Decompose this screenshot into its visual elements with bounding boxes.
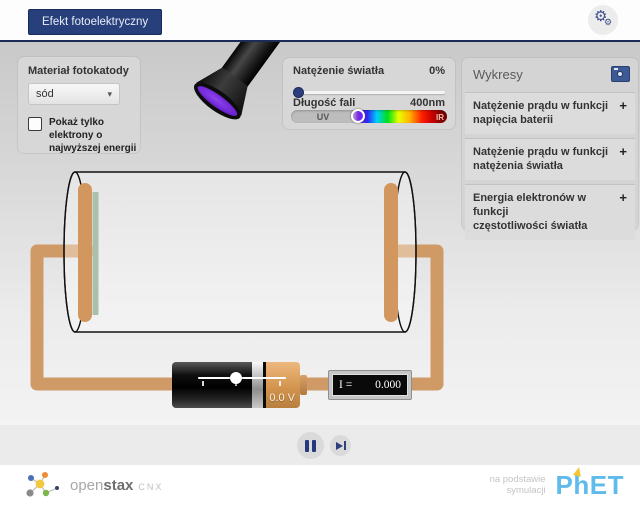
light-panel: Natężenie światła 0% Długość fali 400nm … bbox=[283, 58, 455, 129]
pause-button[interactable] bbox=[297, 432, 324, 459]
voltage-slider-knob[interactable] bbox=[230, 372, 242, 384]
pause-icon bbox=[305, 440, 309, 452]
page-header: Efekt fotoelektryczny ⚙ ⚙ bbox=[0, 0, 640, 40]
current-meter: I = 0.000 bbox=[328, 370, 412, 400]
intensity-label: Natężenie światła bbox=[293, 65, 384, 77]
right-electrode bbox=[384, 183, 398, 322]
graph-item-current-vs-intensity[interactable]: Natężenie prądu w funkcji natężenia świa… bbox=[465, 138, 635, 180]
phet-flame-icon bbox=[573, 466, 583, 477]
current-meter-label: I = bbox=[339, 379, 352, 391]
show-highest-energy-checkbox[interactable] bbox=[28, 117, 42, 131]
openstax-cnx-text: CNX bbox=[138, 482, 163, 492]
vacuum-tube bbox=[64, 172, 416, 332]
material-panel-title: Materiał fotokatody bbox=[28, 65, 129, 77]
camera-lens-icon bbox=[617, 71, 623, 77]
uv-label: UV bbox=[291, 112, 355, 122]
show-highest-energy-label: Pokaż tylko elektrony o najwyższej energ… bbox=[49, 116, 141, 155]
intensity-slider-track[interactable] bbox=[293, 91, 445, 94]
gear-small-icon: ⚙ bbox=[604, 18, 612, 27]
plus-icon[interactable]: + bbox=[619, 98, 627, 113]
battery-silver-band bbox=[252, 362, 263, 408]
page-footer: openstax CNX na podstawie symulacji PhET bbox=[0, 465, 640, 505]
step-forward-icon bbox=[336, 442, 343, 450]
step-forward-button[interactable] bbox=[330, 435, 351, 456]
openstax-open-text: open bbox=[70, 477, 103, 494]
battery: 0.0 V bbox=[172, 362, 300, 408]
openstax-stax-text: stax bbox=[103, 477, 133, 494]
plus-icon[interactable]: + bbox=[619, 190, 627, 205]
wavelength-label: Długość fali bbox=[293, 97, 355, 109]
openstax-molecule-icon bbox=[26, 471, 62, 499]
step-forward-icon bbox=[344, 441, 346, 450]
battery-voltage-readout: 0.0 V bbox=[269, 392, 295, 404]
plus-icon[interactable]: + bbox=[619, 144, 627, 159]
intensity-value: 0% bbox=[429, 65, 445, 77]
wavelength-slider-knob[interactable] bbox=[351, 109, 365, 123]
voltage-tick bbox=[202, 381, 204, 386]
wavelength-value: 400nm bbox=[410, 97, 445, 109]
simulation-canvas: Materiał fotokatody sód ▾ Pokaż tylko el… bbox=[0, 42, 640, 465]
graphs-panel-title: Wykresy bbox=[473, 67, 523, 82]
left-electrode bbox=[78, 183, 92, 322]
graph-item-label: Energia elektronów w funkcji częstotliwo… bbox=[473, 191, 613, 233]
material-dropdown[interactable]: sód ▾ bbox=[28, 83, 120, 105]
graph-item-energy-vs-frequency[interactable]: Energia elektronów w funkcji częstotliwo… bbox=[465, 184, 635, 240]
camera-button[interactable] bbox=[611, 66, 630, 82]
battery-terminal bbox=[300, 375, 307, 395]
phet-credit-text: na podstawie symulacji bbox=[490, 474, 546, 496]
graph-item-label: Natężenie prądu w funkcji napięcia bater… bbox=[473, 99, 613, 127]
ir-label: IR bbox=[436, 113, 444, 122]
header-divider bbox=[0, 40, 640, 42]
graphs-panel: Wykresy Natężenie prądu w funkcji napięc… bbox=[462, 58, 638, 230]
phet-logo-text: PhET bbox=[556, 470, 624, 500]
phet-logo[interactable]: PhET bbox=[556, 470, 624, 501]
battery-black-section bbox=[172, 362, 252, 408]
current-meter-value: 0.000 bbox=[375, 379, 401, 391]
pause-icon bbox=[312, 440, 316, 452]
material-dropdown-value: sód bbox=[36, 88, 54, 100]
tab-efekt-fotoelektryczny[interactable]: Efekt fotoelektryczny bbox=[28, 9, 162, 35]
sodium-coating bbox=[93, 192, 99, 315]
graph-item-current-vs-voltage[interactable]: Natężenie prądu w funkcji napięcia bater… bbox=[465, 92, 635, 134]
voltage-tick bbox=[279, 381, 281, 386]
camera-icon bbox=[614, 68, 618, 70]
chevron-down-icon: ▾ bbox=[107, 84, 112, 104]
graph-item-label: Natężenie prądu w funkcji natężenia świa… bbox=[473, 145, 613, 173]
wavelength-slider[interactable]: UV IR bbox=[291, 110, 447, 123]
material-panel: Materiał fotokatody sód ▾ Pokaż tylko el… bbox=[18, 57, 140, 153]
settings-button[interactable]: ⚙ ⚙ bbox=[588, 5, 618, 35]
openstax-logo[interactable]: openstax CNX bbox=[26, 465, 163, 505]
voltage-slider-track[interactable] bbox=[198, 377, 286, 379]
